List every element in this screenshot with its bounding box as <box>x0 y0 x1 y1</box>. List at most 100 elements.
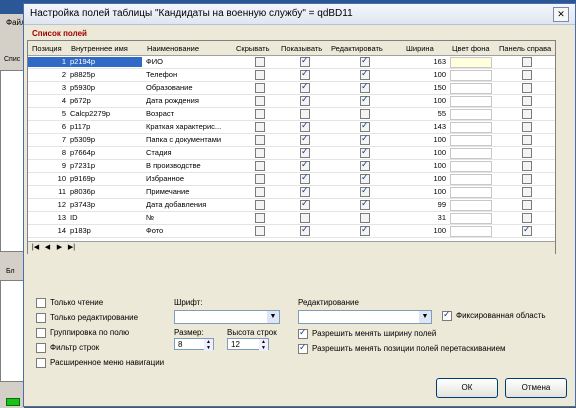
table-row[interactable]: 14p183pФото 100 <box>28 224 555 238</box>
row-hide-checkbox[interactable] <box>255 200 265 210</box>
close-button[interactable]: ✕ <box>553 7 569 22</box>
row-title[interactable]: Фото <box>144 226 232 236</box>
row-right-checkbox[interactable] <box>522 122 532 132</box>
row-show-checkbox[interactable] <box>300 159 310 171</box>
table-row[interactable]: 12p3743pДата добавления 99 <box>28 198 555 212</box>
row-right-checkbox[interactable] <box>522 224 532 236</box>
row-position[interactable]: 12 <box>28 200 68 210</box>
grouping-checkbox[interactable] <box>36 328 46 338</box>
row-width[interactable]: 55 <box>404 109 448 119</box>
row-position[interactable]: 8 <box>28 148 68 158</box>
row-width[interactable]: 100 <box>404 70 448 80</box>
option-extnav[interactable]: Расширенное меню навигации <box>36 358 164 368</box>
fixed-area-checkbox[interactable] <box>442 309 452 321</box>
row-position[interactable]: 10 <box>28 174 68 184</box>
row-bg-color[interactable] <box>450 96 492 107</box>
row-position[interactable]: 2 <box>28 70 68 80</box>
row-right-checkbox[interactable] <box>522 57 532 67</box>
header-right[interactable]: Панель справа <box>499 44 551 53</box>
row-bg-color[interactable] <box>450 226 492 237</box>
row-title[interactable]: Дата добавления <box>144 200 232 210</box>
option-grouping[interactable]: Группировка по полю <box>36 328 129 338</box>
row-right-checkbox[interactable] <box>522 200 532 210</box>
row-width[interactable]: 100 <box>404 226 448 236</box>
row-title[interactable]: Образование <box>144 83 232 93</box>
row-internal-name[interactable]: p3743p <box>68 200 142 210</box>
header-hide[interactable]: Скрывать <box>236 44 270 53</box>
row-bg-color[interactable] <box>450 200 492 211</box>
row-edit-checkbox[interactable] <box>360 224 370 236</box>
table-row[interactable]: 9p7231pВ производстве 100 <box>28 159 555 173</box>
row-hide-checkbox[interactable] <box>255 148 265 158</box>
row-hide-checkbox[interactable] <box>255 174 265 184</box>
row-hide-checkbox[interactable] <box>255 122 265 132</box>
nav-prev-button[interactable]: ◀ <box>43 243 52 252</box>
row-show-checkbox[interactable] <box>300 185 310 197</box>
header-show[interactable]: Показывать <box>281 44 322 53</box>
table-row[interactable]: 5 Calcp2279p Возраст 55 <box>28 108 555 121</box>
row-position[interactable]: 9 <box>28 161 68 171</box>
row-hide-checkbox[interactable] <box>255 187 265 197</box>
row-show-checkbox[interactable] <box>300 133 310 145</box>
row-title[interactable]: Примечание <box>144 187 232 197</box>
row-position[interactable]: 5 <box>28 109 68 119</box>
row-title[interactable]: № <box>144 213 232 223</box>
row-bg-color[interactable] <box>450 135 492 146</box>
row-title[interactable]: Папка с документами <box>144 135 232 145</box>
header-num[interactable]: Позиция <box>32 44 62 53</box>
row-edit-checkbox[interactable] <box>360 185 370 197</box>
row-right-checkbox[interactable] <box>522 187 532 197</box>
spin-arrows-icon[interactable]: ▲ ▼ <box>259 339 268 351</box>
row-internal-name[interactable]: p5930p <box>68 83 142 93</box>
nav-next-button[interactable]: ▶ <box>55 243 64 252</box>
row-title[interactable]: Телефон <box>144 70 232 80</box>
row-show-checkbox[interactable] <box>300 224 310 236</box>
option-editonly[interactable]: Только редактирование <box>36 313 138 323</box>
row-hide-checkbox[interactable] <box>255 135 265 145</box>
extnav-checkbox[interactable] <box>36 358 46 368</box>
header-edit[interactable]: Редактировать <box>331 44 383 53</box>
table-row[interactable]: 7p5309pПапка с документами 100 <box>28 133 555 147</box>
header-bg[interactable]: Цвет фона <box>452 44 490 53</box>
row-hide-checkbox[interactable] <box>255 57 265 67</box>
allow-move-checkbox[interactable] <box>298 342 308 354</box>
row-internal-name[interactable]: p2194p <box>68 57 142 67</box>
spin-arrows-icon[interactable]: ▲ ▼ <box>204 339 213 351</box>
editonly-checkbox[interactable] <box>36 313 46 323</box>
row-internal-name[interactable]: p183p <box>68 226 142 236</box>
row-edit-checkbox[interactable] <box>360 146 370 158</box>
row-edit-checkbox[interactable] <box>360 213 370 223</box>
row-title[interactable]: Стадия <box>144 148 232 158</box>
table-row[interactable]: 8p7664pСтадия 100 <box>28 146 555 160</box>
table-row[interactable]: 4p672pДата рождения 100 <box>28 94 555 108</box>
row-show-checkbox[interactable] <box>300 146 310 158</box>
row-title[interactable]: Дата рождения <box>144 96 232 106</box>
row-internal-name[interactable]: p7231p <box>68 161 142 171</box>
ok-button[interactable]: ОК <box>436 378 498 398</box>
row-width[interactable]: 143 <box>404 122 448 132</box>
header-width[interactable]: Ширина <box>406 44 434 53</box>
row-edit-checkbox[interactable] <box>360 159 370 171</box>
font-combo[interactable]: ▼ <box>174 310 280 324</box>
row-right-checkbox[interactable] <box>522 96 532 106</box>
row-hide-checkbox[interactable] <box>255 161 265 171</box>
row-width[interactable]: 31 <box>404 213 448 223</box>
row-edit-checkbox[interactable] <box>360 120 370 132</box>
row-right-checkbox[interactable] <box>522 174 532 184</box>
table-row[interactable]: 2p8825pТелефон 100 <box>28 68 555 82</box>
row-bg-color[interactable] <box>450 109 492 120</box>
row-width[interactable]: 150 <box>404 83 448 93</box>
background-left-label[interactable]: Спис <box>4 56 20 63</box>
row-hide-checkbox[interactable] <box>255 213 265 223</box>
row-position[interactable]: 13 <box>28 213 68 223</box>
row-hide-checkbox[interactable] <box>255 83 265 93</box>
row-title[interactable]: В производстве <box>144 161 232 171</box>
row-width[interactable]: 100 <box>404 135 448 145</box>
row-width[interactable]: 100 <box>404 148 448 158</box>
row-edit-checkbox[interactable] <box>360 172 370 184</box>
table-row[interactable]: 11p8036pПримечание 100 <box>28 185 555 199</box>
row-bg-color[interactable] <box>450 174 492 185</box>
row-width[interactable]: 100 <box>404 187 448 197</box>
row-width[interactable]: 100 <box>404 161 448 171</box>
row-internal-name[interactable]: p5309p <box>68 135 142 145</box>
